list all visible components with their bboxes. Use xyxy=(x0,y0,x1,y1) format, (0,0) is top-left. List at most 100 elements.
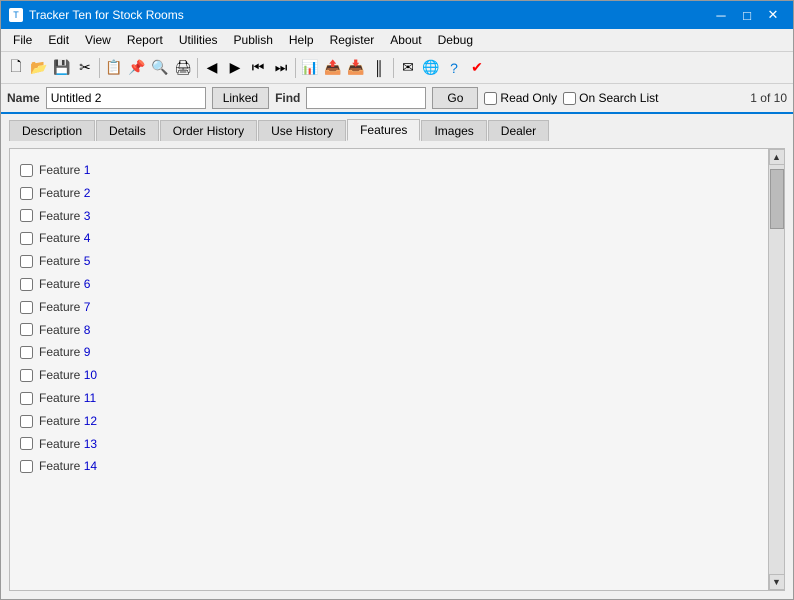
feature-name: Feature 4 xyxy=(39,230,90,247)
main-window: T Tracker Ten for Stock Rooms ─ □ ✕ File… xyxy=(0,0,794,600)
feature-checkbox[interactable] xyxy=(20,346,33,359)
menu-file[interactable]: File xyxy=(5,31,40,49)
feature-name: Feature 6 xyxy=(39,276,90,293)
feature-item: Feature 5 xyxy=(18,250,760,273)
tab-details[interactable]: Details xyxy=(96,120,159,141)
feature-checkbox[interactable] xyxy=(20,460,33,473)
menu-help[interactable]: Help xyxy=(281,31,322,49)
toolbar: 🗋 📂 💾 ✂ 📋 📌 🔍 🖨 ◀ ▶ ⏮ ⏭ 📊 📤 📥 ║ ✉ 🌐 ? ✔ xyxy=(1,52,793,84)
feature-name: Feature 3 xyxy=(39,208,90,225)
tab-order-history[interactable]: Order History xyxy=(160,120,257,141)
tb-first[interactable]: ⏮ xyxy=(247,57,269,79)
feature-item: Feature 7 xyxy=(18,296,760,319)
tb-new[interactable]: 🗋 xyxy=(5,57,27,79)
tab-images[interactable]: Images xyxy=(421,120,486,141)
feature-checkbox[interactable] xyxy=(20,232,33,245)
record-count: 1 of 10 xyxy=(750,91,787,105)
tb-copy[interactable]: 📋 xyxy=(103,57,125,79)
feature-item: Feature 10 xyxy=(18,364,760,387)
feature-checkbox[interactable] xyxy=(20,255,33,268)
feature-checkbox[interactable] xyxy=(20,187,33,200)
feature-checkbox[interactable] xyxy=(20,415,33,428)
menu-register[interactable]: Register xyxy=(322,31,383,49)
tab-use-history[interactable]: Use History xyxy=(258,120,346,141)
tb-email[interactable]: ✉ xyxy=(397,57,419,79)
menu-edit[interactable]: Edit xyxy=(40,31,77,49)
tb-cut[interactable]: ✂ xyxy=(74,57,96,79)
menu-report[interactable]: Report xyxy=(119,31,171,49)
read-only-label[interactable]: Read Only xyxy=(484,91,557,105)
scroll-up-arrow[interactable]: ▲ xyxy=(769,149,785,165)
feature-item: Feature 12 xyxy=(18,410,760,433)
tb-import[interactable]: 📥 xyxy=(345,57,367,79)
feature-checkbox[interactable] xyxy=(20,301,33,314)
tb-export[interactable]: 📤 xyxy=(322,57,344,79)
menu-debug[interactable]: Debug xyxy=(430,31,481,49)
features-panel: Feature 1 Feature 2 Feature 3 Feature 4 … xyxy=(9,148,785,591)
feature-checkbox[interactable] xyxy=(20,209,33,222)
menu-about[interactable]: About xyxy=(382,31,429,49)
tb-last[interactable]: ⏭ xyxy=(270,57,292,79)
tb-paste[interactable]: 📌 xyxy=(126,57,148,79)
go-button[interactable]: Go xyxy=(432,87,478,109)
feature-name: Feature 7 xyxy=(39,299,90,316)
feature-item: Feature 6 xyxy=(18,273,760,296)
feature-checkbox[interactable] xyxy=(20,164,33,177)
feature-checkbox[interactable] xyxy=(20,323,33,336)
feature-item: Feature 3 xyxy=(18,205,760,228)
scroll-down-arrow[interactable]: ▼ xyxy=(769,574,785,590)
tb-help[interactable]: ? xyxy=(443,57,465,79)
feature-checkbox[interactable] xyxy=(20,278,33,291)
feature-checkbox[interactable] xyxy=(20,392,33,405)
tb-report[interactable]: 📊 xyxy=(299,57,321,79)
close-button[interactable]: ✕ xyxy=(761,5,785,25)
tab-dealer[interactable]: Dealer xyxy=(488,120,549,141)
menu-utilities[interactable]: Utilities xyxy=(171,31,226,49)
find-label: Find xyxy=(275,91,300,105)
on-search-list-checkbox[interactable] xyxy=(563,92,576,105)
feature-name: Feature 12 xyxy=(39,413,97,430)
toolbar-sep-3 xyxy=(295,58,296,78)
tb-prev[interactable]: ◀ xyxy=(201,57,223,79)
feature-name: Feature 10 xyxy=(39,367,97,384)
tab-bar: Description Details Order History Use Hi… xyxy=(1,114,793,140)
menu-bar: File Edit View Report Utilities Publish … xyxy=(1,29,793,52)
scroll-thumb[interactable] xyxy=(770,169,784,229)
feature-name: Feature 5 xyxy=(39,253,90,270)
toolbar-sep-2 xyxy=(197,58,198,78)
tb-save[interactable]: 💾 xyxy=(51,57,73,79)
feature-item: Feature 14 xyxy=(18,455,760,478)
tb-find[interactable]: 🔍 xyxy=(149,57,171,79)
feature-item: Feature 2 xyxy=(18,182,760,205)
on-search-list-label[interactable]: On Search List xyxy=(563,91,658,105)
feature-name: Feature 13 xyxy=(39,436,97,453)
toolbar-sep-1 xyxy=(99,58,100,78)
tb-print[interactable]: 🖨 xyxy=(172,57,194,79)
menu-publish[interactable]: Publish xyxy=(226,31,281,49)
window-controls: ─ □ ✕ xyxy=(709,5,785,25)
title-bar: T Tracker Ten for Stock Rooms ─ □ ✕ xyxy=(1,1,793,29)
feature-name: Feature 8 xyxy=(39,322,90,339)
tab-description[interactable]: Description xyxy=(9,120,95,141)
linked-button[interactable]: Linked xyxy=(212,87,269,109)
tab-features[interactable]: Features xyxy=(347,119,420,141)
menu-view[interactable]: View xyxy=(77,31,119,49)
feature-item: Feature 11 xyxy=(18,387,760,410)
maximize-button[interactable]: □ xyxy=(735,5,759,25)
minimize-button[interactable]: ─ xyxy=(709,5,733,25)
feature-name: Feature 9 xyxy=(39,344,90,361)
tb-check[interactable]: ✔ xyxy=(466,57,488,79)
scroll-thumb-container xyxy=(769,165,784,574)
feature-checkbox[interactable] xyxy=(20,437,33,450)
tb-next[interactable]: ▶ xyxy=(224,57,246,79)
find-input[interactable] xyxy=(306,87,426,109)
read-only-checkbox[interactable] xyxy=(484,92,497,105)
tb-barcode[interactable]: ║ xyxy=(368,57,390,79)
features-list[interactable]: Feature 1 Feature 2 Feature 3 Feature 4 … xyxy=(10,149,768,590)
tb-web[interactable]: 🌐 xyxy=(420,57,442,79)
tb-open[interactable]: 📂 xyxy=(28,57,50,79)
name-input[interactable] xyxy=(46,87,206,109)
scrollbar: ▲ ▼ xyxy=(768,149,784,590)
feature-checkbox[interactable] xyxy=(20,369,33,382)
feature-item: Feature 1 xyxy=(18,159,760,182)
